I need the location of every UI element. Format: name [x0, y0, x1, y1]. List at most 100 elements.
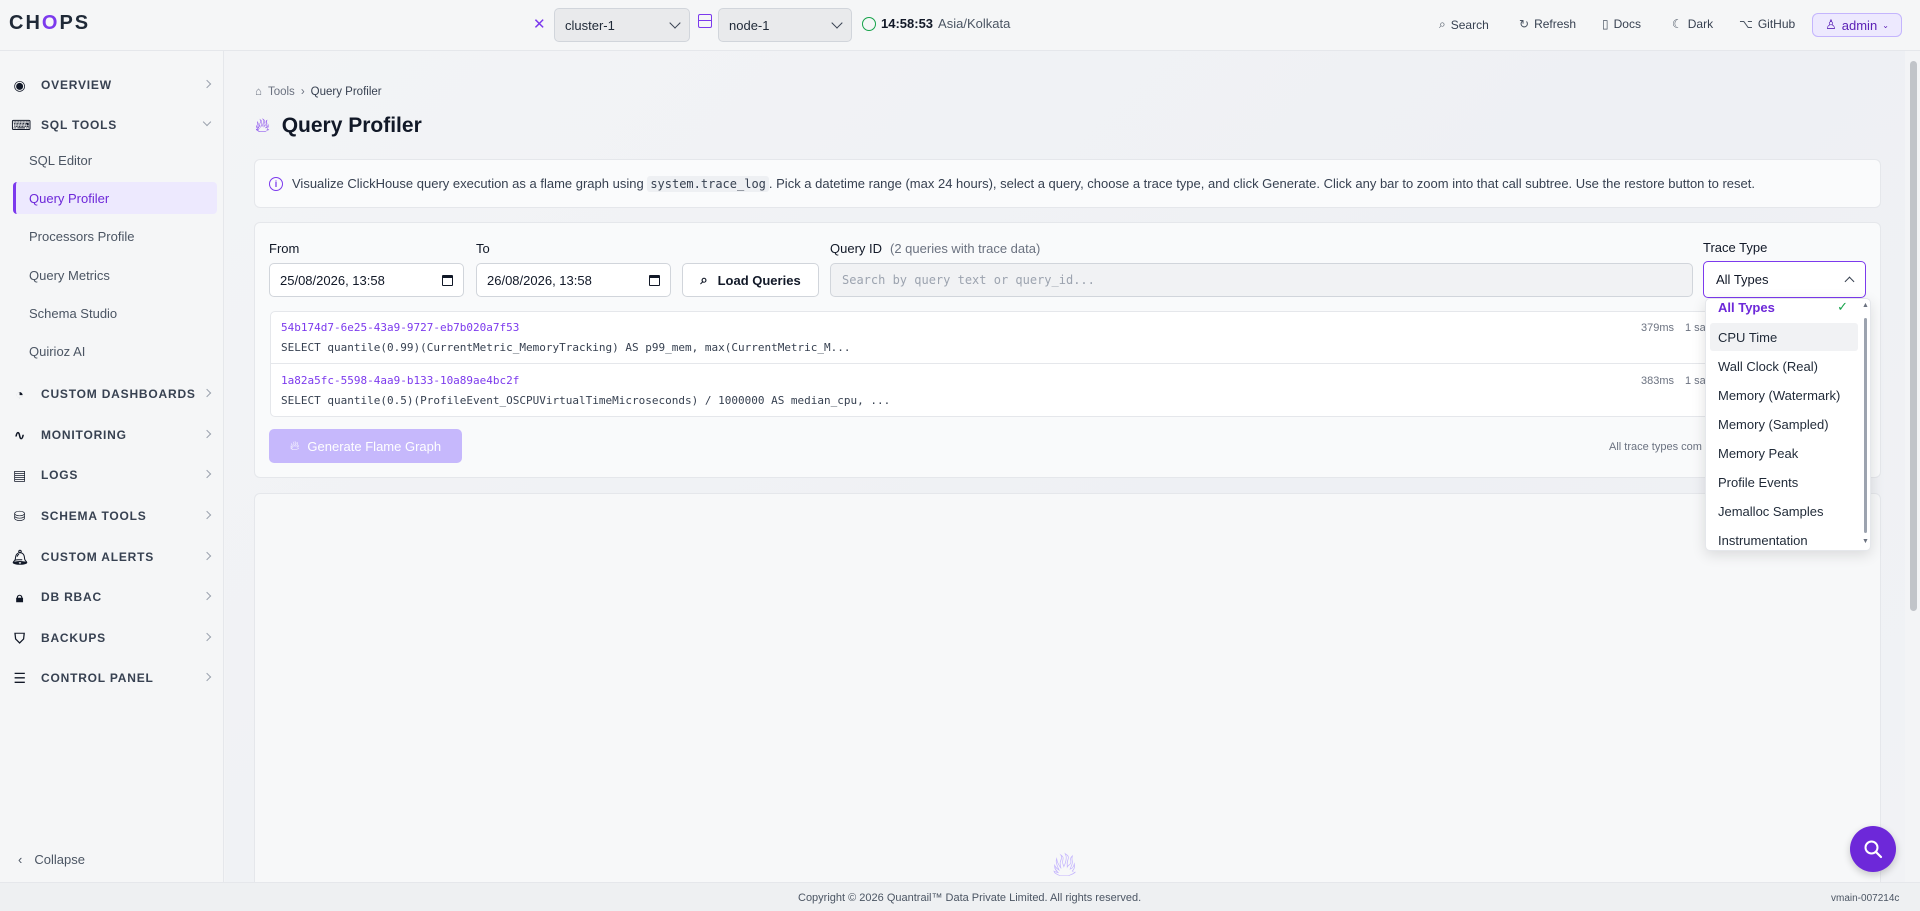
sidebar-item-processors-profile[interactable]: Processors Profile	[13, 220, 217, 252]
trace-option-memory-watermark[interactable]: Memory (Watermark)	[1710, 381, 1858, 409]
user-menu-button[interactable]: ♙ admin ⌄	[1812, 13, 1902, 37]
scroll-down-arrow[interactable]: ▼	[1862, 538, 1869, 545]
query-id-label: Query ID (2 queries with trace data)	[830, 241, 1040, 256]
breadcrumb-tools[interactable]: Tools	[268, 86, 295, 98]
search-icon	[1864, 840, 1883, 859]
chevron-right-icon	[202, 591, 212, 601]
from-datetime-input[interactable]: 25/08/2026, 13:58	[269, 263, 464, 297]
database-icon: ⛁	[13, 507, 27, 524]
chevron-right-icon	[202, 469, 212, 479]
search-fab-button[interactable]	[1850, 826, 1896, 872]
sidebar-section-schema-tools[interactable]: ⛁ SCHEMA TOOLS	[0, 498, 224, 534]
query-search-input[interactable]	[830, 263, 1693, 297]
scroll-up-arrow[interactable]: ▲	[1862, 302, 1869, 309]
section-label: CUSTOM DASHBOARDS	[41, 387, 196, 401]
sidebar-section-overview[interactable]: ◉ OVERVIEW	[0, 67, 224, 103]
cluster-select-value: cluster-1	[565, 17, 615, 33]
docs-button[interactable]: ▯ Docs	[1602, 17, 1641, 31]
query-row[interactable]: 1a82a5fc-5598-4aa9-b133-10a89ae4bc2f SEL…	[271, 365, 1709, 416]
trace-type-select[interactable]: All Types	[1703, 261, 1866, 298]
trace-option-cpu-time[interactable]: CPU Time	[1710, 323, 1858, 351]
sidebar: ◉ OVERVIEW ⌨ SQL TOOLS SQL Editor Query …	[0, 51, 224, 882]
query-id: 54b174d7-6e25-43a9-9727-eb7b020a7f53	[281, 321, 520, 334]
node-select[interactable]: node-1	[718, 8, 852, 42]
sidebar-section-custom-dashboards[interactable]: ◔ CUSTOM DASHBOARDS	[0, 376, 224, 412]
sidebar-section-backups[interactable]: ⛉ BACKUPS	[0, 620, 224, 656]
trace-option-wall-clock[interactable]: Wall Clock (Real)	[1710, 352, 1858, 380]
user-icon: ♙	[1825, 17, 1837, 32]
chevron-right-icon	[202, 429, 212, 439]
section-label: BACKUPS	[41, 631, 106, 645]
dropdown-scrollbar[interactable]	[1864, 318, 1867, 533]
trace-option-jemalloc-samples[interactable]: Jemalloc Samples	[1710, 497, 1858, 525]
calendar-icon[interactable]	[442, 274, 453, 286]
option-label: All Types	[1718, 299, 1775, 315]
info-text-pre: Visualize ClickHouse query execution as …	[292, 176, 644, 191]
home-icon: ⌂	[255, 86, 262, 98]
trace-option-profile-events[interactable]: Profile Events	[1710, 468, 1858, 496]
github-button[interactable]: ⌥ GitHub	[1739, 17, 1795, 31]
search-button[interactable]: ⌕ Search	[1439, 17, 1489, 32]
query-row[interactable]: 54b174d7-6e25-43a9-9727-eb7b020a7f53 SEL…	[271, 312, 1709, 364]
query-samples: 1 sa	[1685, 322, 1706, 334]
cluster-select[interactable]: cluster-1	[554, 8, 690, 42]
sidebar-section-sql-tools[interactable]: ⌨ SQL TOOLS	[0, 107, 224, 143]
flame-graph-canvas	[254, 493, 1881, 893]
generate-flame-graph-button[interactable]: 🔥︎ Generate Flame Graph	[269, 429, 462, 463]
trace-type-note: All trace types com	[1609, 441, 1702, 453]
query-count: (2 queries with trace data)	[890, 241, 1041, 256]
load-queries-button[interactable]: ⌕ Load Queries	[682, 263, 819, 297]
info-code: system.trace_log	[647, 176, 769, 192]
calendar-icon[interactable]	[649, 274, 660, 286]
to-datetime-input[interactable]: 26/08/2026, 13:58	[476, 263, 671, 297]
footer: Copyright © 2026 Quantrail™ Data Private…	[0, 882, 1920, 911]
query-id-label-text: Query ID	[830, 241, 883, 256]
info-banner: i Visualize ClickHouse query execution a…	[254, 159, 1881, 208]
app-logo[interactable]: CHOPS	[9, 12, 90, 35]
flame-icon: 🔥︎	[289, 438, 300, 453]
trace-option-all-types[interactable]: All Types ✓	[1710, 299, 1858, 321]
load-queries-label: Load Queries	[717, 272, 801, 288]
node-select-value: node-1	[729, 17, 770, 33]
file-icon: ▤	[12, 466, 28, 483]
docs-label: Docs	[1613, 17, 1641, 31]
from-value: 25/08/2026, 13:58	[280, 272, 385, 288]
sidebar-section-db-rbac[interactable]: 🔒︎ DB RBAC	[0, 579, 224, 615]
sidebar-item-query-metrics[interactable]: Query Metrics	[13, 259, 217, 291]
sidebar-section-logs[interactable]: ▤ LOGS	[0, 457, 224, 493]
theme-label: Dark	[1687, 17, 1714, 31]
clock-icon	[862, 16, 876, 31]
sidebar-item-quirioz-ai[interactable]: Quirioz AI	[13, 335, 217, 367]
lock-icon: 🔒︎	[15, 588, 25, 605]
sidebar-section-control-panel[interactable]: ☰ CONTROL PANEL	[0, 660, 224, 696]
trace-option-memory-peak[interactable]: Memory Peak	[1710, 439, 1858, 467]
info-icon: i	[269, 176, 283, 191]
sidebar-item-query-profiler[interactable]: Query Profiler	[13, 182, 217, 214]
github-label: GitHub	[1757, 17, 1796, 31]
breadcrumb-current: Query Profiler	[310, 86, 382, 98]
section-label: SQL TOOLS	[41, 118, 118, 132]
collapse-sidebar-button[interactable]: ‹ Collapse	[18, 852, 85, 867]
sidebar-section-monitoring[interactable]: ∿ MONITORING	[0, 417, 224, 453]
trace-option-instrumentation[interactable]: Instrumentation	[1710, 526, 1858, 550]
query-duration: 383ms	[1641, 375, 1675, 387]
chevron-right-icon	[202, 388, 212, 398]
sidebar-item-sql-editor[interactable]: SQL Editor	[13, 144, 217, 176]
trace-option-memory-sampled[interactable]: Memory (Sampled)	[1710, 410, 1858, 438]
sidebar-section-custom-alerts[interactable]: 🔔︎ CUSTOM ALERTS	[0, 539, 224, 575]
theme-toggle[interactable]: ☾ Dark	[1672, 17, 1713, 31]
flame-icon: 🔥︎	[255, 114, 270, 137]
terminal-icon: ⌨	[11, 116, 33, 133]
cluster-icon: ✕	[533, 16, 546, 33]
search-icon: ⌕	[700, 272, 708, 287]
chevron-right-icon	[202, 551, 212, 561]
sidebar-item-schema-studio[interactable]: Schema Studio	[13, 297, 217, 329]
chevron-right-icon	[202, 79, 212, 89]
user-name: admin	[1841, 17, 1878, 33]
generate-label: Generate Flame Graph	[307, 438, 442, 454]
refresh-button[interactable]: ↻ Refresh	[1519, 17, 1576, 31]
page-scrollbar[interactable]	[1906, 51, 1920, 882]
chevron-left-icon: ‹	[18, 852, 23, 867]
query-sql: SELECT quantile(0.5)(ProfileEvent_OSCPUV…	[281, 394, 891, 407]
page-scrollbar-thumb[interactable]	[1910, 61, 1917, 611]
